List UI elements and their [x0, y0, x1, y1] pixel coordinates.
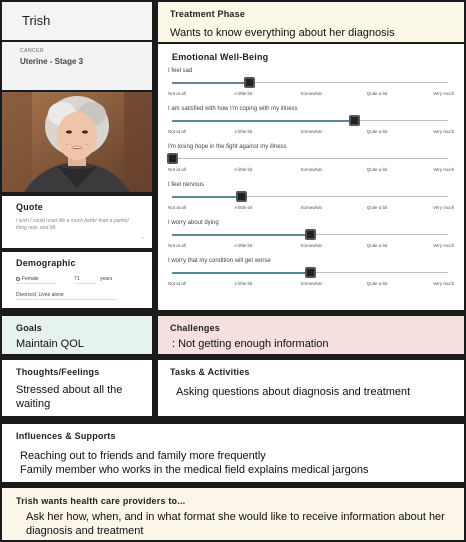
- scale-tick-label: Quite a bit: [366, 91, 388, 96]
- scale-fill: [172, 120, 355, 122]
- thoughts-value: Stressed about all the waiting: [16, 384, 123, 410]
- scale-tick-label: Not at all: [168, 91, 186, 96]
- scale-tick-label: A little bit: [234, 205, 253, 210]
- scale-tick-label: Not at all: [168, 243, 186, 248]
- cancer-card: CANCER Uterine - Stage 3: [2, 42, 152, 90]
- slider-handle[interactable]: [244, 77, 256, 88]
- wellbeing-scale: I feel sad Not at all A little bit Somewhat…: [168, 68, 456, 104]
- goals-heading: Goals: [16, 323, 43, 333]
- scale-tick-label: Somewhat: [300, 205, 322, 210]
- slider-handle[interactable]: [236, 191, 247, 202]
- wellbeing-scale: I feel nervous Not at all A little bit Some…: [168, 182, 456, 218]
- age-unit: years: [100, 276, 113, 282]
- scale-statement: I worry that my condition will get worse: [168, 258, 271, 264]
- age-field: 71: [74, 276, 96, 284]
- persona-name-card: Trish: [2, 2, 152, 40]
- challenges-card: Challenges : Not getting enough informat…: [158, 316, 464, 354]
- scale-statement: I am satisfied with how I'm coping with …: [168, 106, 298, 112]
- slider-handle[interactable]: [349, 115, 361, 126]
- scale-tick-label: Somewhat: [300, 167, 322, 172]
- scale-statement: I feel nervous: [168, 182, 205, 188]
- scale-tick-label: Quite a bit: [366, 167, 388, 172]
- cancer-label: CANCER: [20, 48, 45, 54]
- scale-tick-label: Quite a bit: [366, 243, 388, 248]
- scale-tick-label: Quite a bit: [366, 205, 388, 210]
- gender-field: Female: [16, 276, 56, 284]
- challenges-heading: Challenges: [170, 323, 221, 333]
- influences-line-1: Reaching out to friends and family more …: [20, 450, 266, 462]
- thoughts-card: Thoughts/Feelings Stressed about all the…: [2, 360, 152, 416]
- scale-tick-label: A little bit: [234, 167, 253, 172]
- scale-fill: [172, 234, 310, 236]
- scale-tick-label: Quite a bit: [366, 281, 388, 286]
- scale-tick-label: A little bit: [234, 129, 253, 134]
- scale-statement: I worry about dying: [168, 220, 219, 226]
- treatment-phase-card: Treatment Phase Wants to know everything…: [158, 2, 464, 42]
- scale-fill: [172, 82, 250, 84]
- wants-heading: Trish wants health care providers to...: [16, 496, 186, 506]
- influences-line-2: Family member who works in the medical f…: [20, 464, 369, 476]
- cancer-value: Uterine - Stage 3: [20, 57, 84, 66]
- influences-card: Influences & Supports Reaching out to fr…: [2, 424, 464, 482]
- treatment-phase-value: Wants to know everything about her diagn…: [170, 27, 395, 39]
- scale-tick-label: Not at all: [168, 167, 186, 172]
- scale-statement: I feel sad: [168, 68, 193, 74]
- wants-value: Ask her how, when, and in what format sh…: [26, 511, 445, 537]
- gender-value: Female: [22, 276, 39, 282]
- demographic-heading: Demographic: [16, 258, 76, 268]
- scale-tick-label: Very much: [432, 243, 455, 248]
- quote-mark-icon: ": [141, 238, 144, 244]
- goals-card: Goals Maintain QOL: [2, 316, 152, 354]
- treatment-phase-heading: Treatment Phase: [170, 9, 246, 19]
- slider-handle[interactable]: [305, 267, 316, 278]
- scale-tick-label: Somewhat: [300, 129, 322, 134]
- living-status-value: Divorced, Lives alone: [16, 292, 64, 298]
- wants-card: Trish wants health care providers to... …: [2, 488, 464, 540]
- persona-photo: [2, 92, 152, 192]
- wellbeing-scale: I worry that my condition will get worse…: [168, 258, 456, 294]
- scale-tick-label: Quite a bit: [366, 129, 388, 134]
- wellbeing-scale: I'm losing hope in the fight against my …: [167, 144, 456, 180]
- slider-handle[interactable]: [305, 229, 316, 240]
- scale-tick-label: Very much: [432, 129, 455, 134]
- demographic-card: Demographic Female 71 years Divorced, Li…: [2, 252, 152, 308]
- scale-tick-label: Very much: [432, 281, 455, 286]
- scale-track[interactable]: [172, 158, 448, 159]
- scale-fill: [172, 196, 241, 198]
- radio-icon: [16, 276, 20, 281]
- wellbeing-scale: I worry about dying Not at all A little bi…: [168, 220, 456, 256]
- goals-value: Maintain QOL: [16, 338, 84, 350]
- portrait-image: [2, 92, 152, 192]
- quote-text: I wish I could reset life a much better …: [16, 218, 129, 231]
- scale-fill: [172, 272, 310, 274]
- scale-tick-label: A little bit: [234, 281, 253, 286]
- scale-tick-label: Not at all: [168, 205, 186, 210]
- tasks-heading: Tasks & Activities: [170, 367, 250, 377]
- emotional-wellbeing-card: Emotional Well-Being I feel sad Not at al…: [158, 44, 464, 310]
- tasks-value: Asking questions about diagnosis and tre…: [176, 386, 411, 398]
- scale-tick-label: Very much: [432, 91, 455, 96]
- scale-tick-label: Somewhat: [300, 91, 322, 96]
- scale-tick-label: Not at all: [168, 281, 186, 286]
- living-status-field: Divorced, Lives alone: [16, 292, 116, 300]
- scale-tick-label: Somewhat: [300, 243, 322, 248]
- slider-handle[interactable]: [167, 153, 178, 164]
- scale-tick-label: A little bit: [234, 91, 253, 96]
- age-value: 71: [74, 276, 80, 282]
- scale-statement: I'm losing hope in the fight against my …: [168, 144, 287, 150]
- scale-tick-label: A little bit: [234, 243, 253, 248]
- quote-heading: Quote: [16, 202, 43, 212]
- challenges-value: : Not getting enough information: [172, 338, 329, 350]
- scale-tick-label: Very much: [432, 167, 455, 172]
- tasks-card: Tasks & Activities Asking questions abou…: [158, 360, 464, 416]
- thoughts-heading: Thoughts/Feelings: [16, 367, 100, 377]
- emotional-wellbeing-heading: Emotional Well-Being: [172, 52, 269, 62]
- persona-name: Trish: [22, 13, 51, 28]
- quote-card: Quote I wish I could reset life a much b…: [2, 196, 152, 248]
- influences-heading: Influences & Supports: [16, 431, 116, 441]
- scale-tick-label: Somewhat: [300, 281, 322, 286]
- scale-tick-label: Very much: [432, 205, 455, 210]
- scale-tick-label: Not at all: [168, 129, 186, 134]
- wellbeing-scale: I am satisfied with how I'm coping with …: [168, 106, 456, 142]
